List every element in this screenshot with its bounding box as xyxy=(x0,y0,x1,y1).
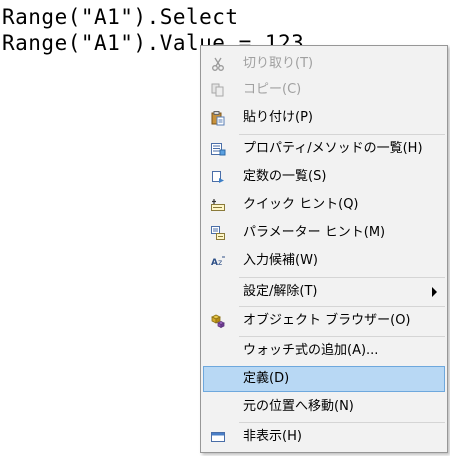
menu-item-parameter-info[interactable]: パラメーター ヒント(M) xyxy=(203,220,445,246)
menu-item-label: 設定/解除(T) xyxy=(243,284,318,299)
menu-item-cut[interactable]: 切り取り(T) xyxy=(203,51,445,77)
menu-item-list-properties-methods[interactable]: プロパティ/メソッドの一覧(H) xyxy=(203,136,445,162)
menu-item-complete-word[interactable]: A z 入力候補(W) xyxy=(203,248,445,274)
menu-item-toggle[interactable]: 設定/解除(T) xyxy=(203,279,445,305)
menu-item-label: 貼り付け(P) xyxy=(243,110,313,125)
scissors-icon xyxy=(210,56,226,72)
svg-text:A: A xyxy=(211,258,218,268)
menu-item-label: オブジェクト ブラウザー(O) xyxy=(243,313,411,328)
menu-item-hide[interactable]: 非表示(H) xyxy=(203,424,445,450)
quick-info-icon xyxy=(210,197,226,213)
menu-item-label: 元の位置へ移動(N) xyxy=(243,399,354,414)
menu-item-object-browser[interactable]: オブジェクト ブラウザー(O) xyxy=(203,308,445,334)
menu-item-add-watch[interactable]: ウォッチ式の追加(A)... xyxy=(203,338,445,364)
menu-separator xyxy=(239,306,445,307)
submenu-arrow-icon xyxy=(432,287,437,297)
menu-item-last-position[interactable]: 元の位置へ移動(N) xyxy=(203,394,445,420)
menu-item-label: ウォッチ式の追加(A)... xyxy=(243,343,379,358)
menu-separator xyxy=(239,336,445,337)
menu-separator xyxy=(239,134,445,135)
menu-separator xyxy=(239,277,445,278)
menu-item-label: 非表示(H) xyxy=(243,429,302,444)
menu-item-label: プロパティ/メソッドの一覧(H) xyxy=(243,141,423,156)
svg-text:z: z xyxy=(218,258,222,267)
menu-item-copy[interactable]: コピー(C) xyxy=(203,77,445,103)
menu-item-label: コピー(C) xyxy=(243,82,302,97)
menu-item-label: 入力候補(W) xyxy=(243,253,318,268)
code-line-1[interactable]: Range("A1").Select xyxy=(2,4,239,30)
copy-icon xyxy=(210,82,226,98)
menu-item-definition[interactable]: 定義(D) xyxy=(203,366,445,392)
object-browser-icon xyxy=(210,313,226,329)
menu-item-label: 定義(D) xyxy=(243,371,290,386)
list-constants-icon xyxy=(210,169,226,185)
paste-icon xyxy=(210,110,226,126)
parameter-info-icon xyxy=(210,225,226,241)
hide-window-icon xyxy=(210,429,226,445)
menu-item-paste[interactable]: 貼り付け(P) xyxy=(203,105,445,131)
context-menu: 切り取り(T) コピー(C) 貼り付け(P) プロパティ/メソッドの一覧(H) … xyxy=(200,45,448,453)
complete-word-icon: A z xyxy=(210,253,226,269)
menu-separator xyxy=(239,422,445,423)
menu-item-label: 切り取り(T) xyxy=(243,56,314,71)
menu-item-list-constants[interactable]: 定数の一覧(S) xyxy=(203,164,445,190)
menu-item-label: 定数の一覧(S) xyxy=(243,169,327,184)
menu-item-quick-info[interactable]: クイック ヒント(Q) xyxy=(203,192,445,218)
list-properties-icon xyxy=(210,141,226,157)
menu-item-label: パラメーター ヒント(M) xyxy=(243,225,386,240)
menu-item-label: クイック ヒント(Q) xyxy=(243,197,359,212)
